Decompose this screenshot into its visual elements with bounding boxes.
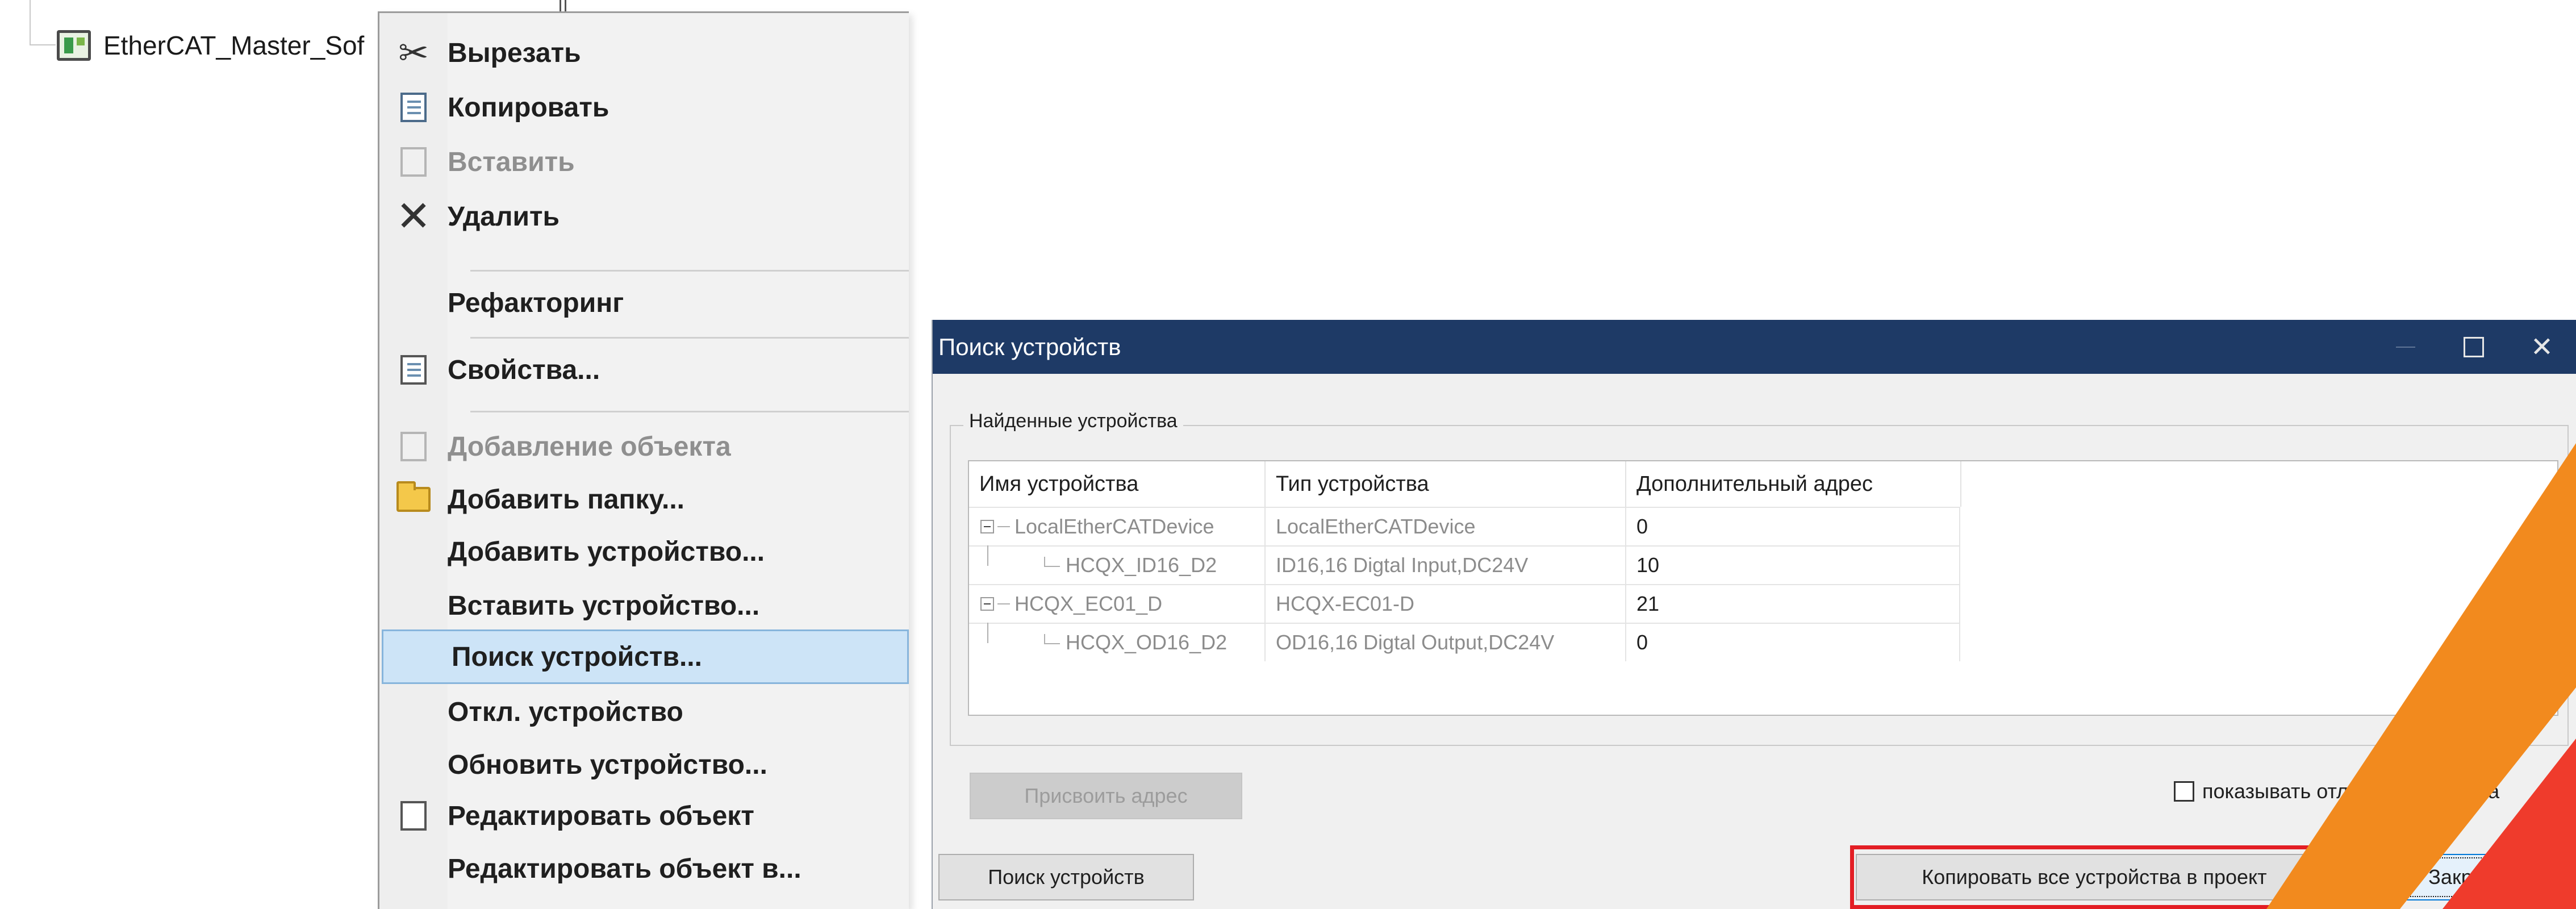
menu-item-label: Добавление объекта [448, 431, 731, 462]
show-differences-checkbox[interactable] [2174, 781, 2194, 802]
menu-item-update-device[interactable]: Обновить устройство... [379, 737, 909, 792]
menu-item-label: Копировать [448, 92, 609, 123]
folder-icon [396, 481, 431, 512]
dialog-titlebar[interactable]: Поиск устройств ✕ [933, 320, 2576, 374]
devices-table: Имя устройства Тип устройства Дополнител… [968, 460, 2558, 716]
menu-item-delete[interactable]: ✕ Удалить [379, 189, 909, 244]
menu-item-label: Добавить устройство... [448, 536, 765, 567]
device-name: HCQX_OD16_D2 [1066, 631, 1228, 654]
menu-separator [470, 337, 909, 339]
tree-branch-line [987, 623, 1060, 661]
device-name-cell: HCQX_OD16_D2 [969, 623, 1264, 661]
menu-separator [470, 411, 909, 412]
menu-item-add-object[interactable]: Добавление объекта [379, 419, 909, 474]
collapse-icon[interactable] [980, 597, 994, 611]
device-type: ID16,16 Digtal Input,DC24V [1264, 547, 1625, 584]
assign-address-button[interactable]: Присвоить адрес [970, 773, 1242, 819]
delete-icon: ✕ [395, 192, 431, 241]
menu-item-edit-object-with[interactable]: Редактировать объект в... [379, 841, 909, 896]
tree-connector-line [30, 0, 31, 45]
device-address[interactable]: 10 [1625, 547, 1960, 584]
menu-item-label: Откл. устройство [448, 697, 683, 727]
device-name: HCQX_ID16_D2 [1066, 553, 1217, 577]
device-type: LocalEtherCATDevice [1264, 508, 1625, 545]
device-type: OD16,16 Digtal Output,DC24V [1264, 624, 1625, 661]
menu-item-scan-devices[interactable]: Поиск устройств... [382, 629, 909, 684]
paste-icon [400, 147, 427, 177]
menu-item-label: Обновить устройство... [448, 749, 767, 780]
menu-item-label: Редактировать объект в... [448, 853, 801, 884]
menu-item-label: Свойства... [448, 355, 600, 385]
menu-item-refactoring[interactable]: Рефакторинг [379, 276, 909, 330]
menu-item-copy[interactable]: Копировать [379, 80, 909, 135]
tree-item-ethercat-master[interactable]: EtherCAT_Master_Sof [57, 25, 364, 66]
found-devices-group: Найденные устройства Имя устройства Тип … [950, 410, 2569, 746]
device-address[interactable]: 0 [1625, 624, 1960, 661]
menu-item-label: Рефакторинг [448, 287, 624, 318]
scissors-icon: ✂ [398, 32, 429, 73]
device-address[interactable]: 21 [1625, 585, 1960, 623]
column-header-extra-address[interactable]: Дополнительный адрес [1625, 461, 1960, 507]
tree-item-label: EtherCAT_Master_Sof [103, 31, 365, 60]
tree-dash [997, 526, 1010, 527]
device-address[interactable]: 0 [1625, 508, 1960, 545]
dialog-title: Поиск устройств [938, 333, 1121, 360]
menu-item-properties[interactable]: Свойства... [379, 343, 909, 397]
copy-icon [400, 93, 427, 122]
minimize-button[interactable] [2372, 320, 2440, 374]
scan-devices-button[interactable]: Поиск устройств [938, 854, 1194, 900]
show-differences-label: показывать отличия от проекта [2202, 779, 2500, 803]
menu-item-label: Вырезать [448, 37, 581, 68]
menu-item-add-device[interactable]: Добавить устройство... [379, 524, 909, 579]
ethercat-master-icon [57, 30, 91, 61]
table-row[interactable]: HCQX_ID16_D2 ID16,16 Digtal Input,DC24V … [969, 545, 1960, 584]
device-name-cell: HCQX_ID16_D2 [969, 545, 1264, 584]
collapse-icon[interactable] [980, 520, 994, 533]
menu-item-label: Удалить [448, 201, 560, 232]
menu-item-insert-device[interactable]: Вставить устройство... [379, 578, 909, 633]
properties-icon [400, 355, 427, 385]
menu-item-paste[interactable]: Вставить [379, 135, 909, 189]
menu-item-label: Вставить [448, 147, 575, 177]
column-header-device-type[interactable]: Тип устройства [1264, 461, 1625, 507]
device-name: LocalEtherCATDevice [1014, 515, 1214, 538]
scan-devices-dialog: Поиск устройств ✕ Найденные устройства И… [932, 320, 2576, 909]
device-name: HCQX_EC01_D [1014, 592, 1163, 615]
red-annotation-frame [1850, 845, 2340, 909]
device-name-cell: LocalEtherCATDevice [969, 508, 1264, 545]
column-divider [1960, 461, 1961, 507]
menu-item-label: Поиск устройств... [452, 641, 702, 672]
column-header-device-name[interactable]: Имя устройства [969, 461, 1264, 507]
menu-item-label: Добавить папку... [448, 484, 684, 515]
tree-dash [997, 603, 1010, 604]
tree-branch-line [987, 545, 1060, 584]
device-type: HCQX-EC01-D [1264, 585, 1625, 623]
menu-item-label: Вставить устройство... [448, 590, 760, 621]
add-object-icon [400, 432, 427, 461]
menu-item-add-folder[interactable]: Добавить папку... [379, 472, 909, 527]
close-window-button[interactable]: ✕ [2508, 320, 2576, 374]
tree-connector-line [30, 44, 56, 45]
group-title: Найденные устройства [963, 410, 1183, 432]
table-row[interactable]: LocalEtherCATDevice LocalEtherCATDevice … [969, 507, 1960, 545]
device-name-cell: HCQX_EC01_D [969, 585, 1264, 623]
menu-item-label: Редактировать объект [448, 800, 754, 831]
table-row[interactable]: HCQX_EC01_D HCQX-EC01-D 21 [969, 584, 1960, 623]
menu-item-disable-device[interactable]: Откл. устройство [379, 685, 909, 739]
maximize-button[interactable] [2440, 320, 2508, 374]
close-button[interactable]: Закрыть [2364, 854, 2571, 900]
table-row[interactable]: HCQX_OD16_D2 OD16,16 Digtal Output,DC24V… [969, 623, 1960, 661]
close-icon: ✕ [2530, 331, 2554, 363]
menu-separator [470, 270, 909, 272]
menu-item-cut[interactable]: ✂ Вырезать [379, 26, 909, 80]
show-differences-option[interactable]: показывать отличия от проекта [2174, 774, 2499, 808]
menu-item-edit-object[interactable]: Редактировать объект [379, 789, 909, 843]
edit-object-icon [400, 801, 427, 831]
context-menu: ✂ Вырезать Копировать Вставить ✕ Удалить… [378, 11, 909, 909]
